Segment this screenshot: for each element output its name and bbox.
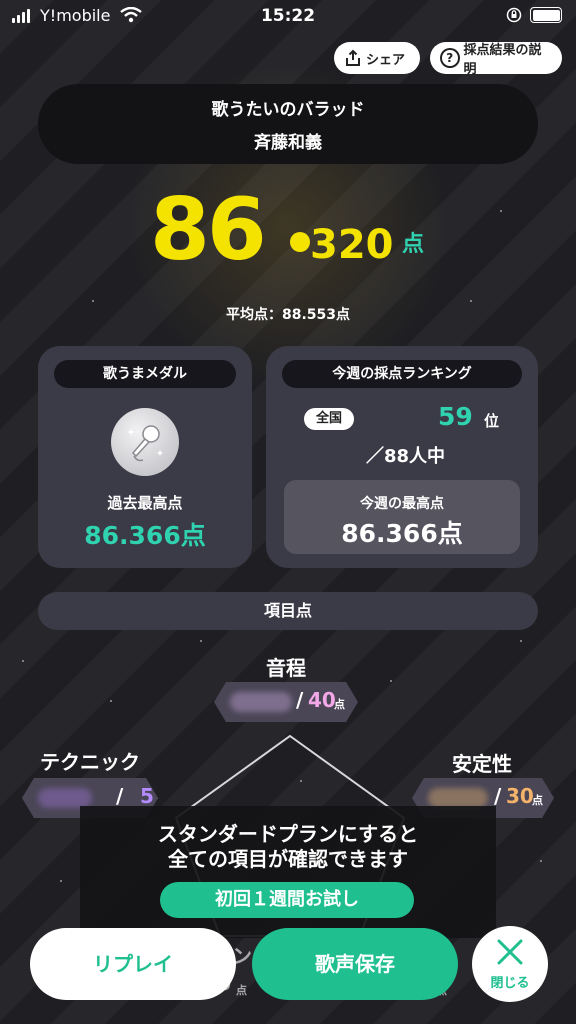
stability-label: 安定性: [452, 752, 512, 776]
item-scores-header: 項目点: [38, 592, 538, 630]
pitch-unit: 点: [334, 698, 345, 711]
rank-total: ／88人中: [366, 446, 446, 467]
past-best-value: 86.366点: [84, 521, 206, 550]
promo-line-1: スタンダードプランにすると: [157, 822, 419, 846]
save-voice-button[interactable]: 歌声保存: [252, 928, 458, 1000]
clock: 15:22: [260, 6, 316, 26]
promo-message: スタンダードプランにすると 全ての項目が確認できます: [80, 822, 496, 872]
status-bar: Y!mobile 15:22: [0, 0, 576, 32]
share-label: シェア: [366, 52, 406, 68]
microphone-medal-icon: [111, 408, 179, 476]
battery-icon: [530, 7, 562, 23]
song-info-card: 歌うたいのバラッド 斉藤和義: [38, 84, 538, 164]
score-decimal-point: [290, 232, 310, 252]
free-trial-button[interactable]: 初回１週間お試し: [160, 882, 414, 918]
share-icon: [346, 49, 360, 66]
rank-number: 59: [438, 402, 473, 431]
score-integer: 86: [150, 180, 267, 280]
rank-unit: 位: [484, 412, 500, 430]
pitch-label: 音程: [266, 656, 306, 680]
weekly-best-label: 今週の最高点: [360, 496, 444, 512]
promo-line-2: 全ての項目が確認できます: [168, 847, 408, 871]
weekly-ranking-card: 今週の採点ランキング 全国 59 位 ／88人中 今週の最高点 86.366点: [266, 346, 538, 568]
song-title: 歌うたいのバラッド: [211, 100, 365, 120]
stability-score-hidden: [428, 788, 488, 808]
average-score: 平均点：88.553点: [225, 307, 351, 323]
medal-card: 歌うまメダル 過去最高点 86.366点: [38, 346, 252, 568]
pitch-score-badge: / 40 点: [214, 682, 358, 722]
close-label: 閉じる: [490, 976, 530, 991]
orientation-lock-icon: [506, 7, 522, 23]
share-button[interactable]: シェア: [334, 42, 420, 74]
ranking-card-label: 今週の採点ランキング: [282, 360, 522, 388]
upgrade-promo-panel: スタンダードプランにすると 全ての項目が確認できます 初回１週間お試し: [80, 806, 496, 938]
score-explanation-button[interactable]: ? 採点結果の説明: [430, 42, 562, 77]
pitch-score-hidden: [230, 692, 292, 712]
artist-name: 斉藤和義: [254, 133, 322, 153]
close-icon: [497, 939, 523, 965]
score-decimal: 320: [310, 222, 394, 268]
score-unit: 点: [402, 232, 425, 257]
technique-score-hidden: [38, 788, 92, 808]
weekly-best-value: 86.366点: [341, 519, 463, 548]
stability-unit: 点: [532, 794, 543, 807]
region-badge: 全国: [304, 408, 354, 430]
close-button[interactable]: 閉じる: [472, 926, 548, 1002]
hidden-item-left-unit: 点: [236, 984, 247, 997]
medal-card-label: 歌うまメダル: [54, 360, 236, 388]
pitch-max: 40: [308, 688, 336, 712]
technique-label: テクニック: [40, 750, 140, 774]
total-score: 86 320 点: [150, 180, 450, 280]
replay-button[interactable]: リプレイ: [30, 928, 236, 1000]
stability-max: 30: [506, 784, 534, 808]
weekly-best-box: 今週の最高点 86.366点: [284, 480, 520, 554]
past-best-label: 過去最高点: [107, 494, 183, 512]
score-explanation-label: 採点結果の説明: [463, 43, 542, 77]
question-icon: ?: [440, 48, 460, 68]
